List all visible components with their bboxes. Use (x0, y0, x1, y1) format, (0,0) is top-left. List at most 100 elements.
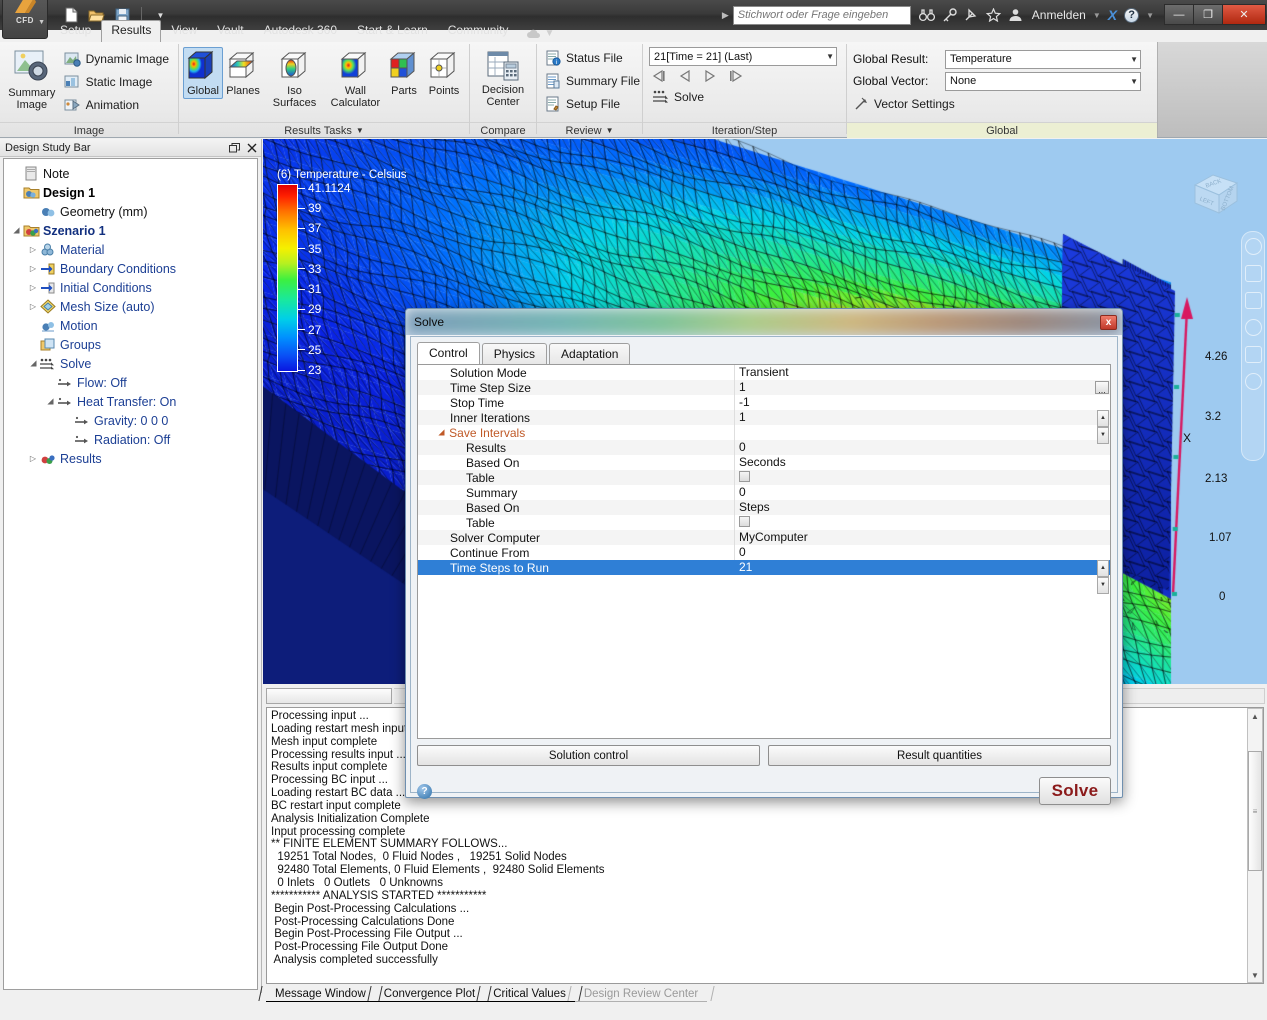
group-expander-icon[interactable]: ◢ (437, 429, 446, 435)
message-vertical-scrollbar[interactable]: ▲ ≡ ▼ (1247, 708, 1263, 983)
settings-row[interactable]: Solution Mode Transient (418, 365, 1110, 380)
expander-expand-icon[interactable]: ▷ (27, 264, 39, 273)
search-input[interactable] (733, 6, 911, 25)
sign-in-button[interactable]: Anmelden (1032, 8, 1086, 22)
settings-row-value[interactable]: Transient (734, 365, 1110, 380)
help-chevron-icon[interactable]: ▼ (1146, 11, 1154, 20)
step-selector-chevron-down-icon[interactable]: ▼ (826, 52, 834, 61)
settings-row[interactable]: ◢ Save Intervals (418, 425, 1110, 440)
scroll-up-button[interactable]: ▲ (1248, 709, 1262, 723)
favorites-star-icon[interactable] (986, 8, 1001, 22)
settings-row[interactable]: Table (418, 515, 1110, 530)
settings-ellipsis-button[interactable]: ... (1095, 381, 1109, 394)
result-quantities-button[interactable]: Result quantities (768, 745, 1111, 766)
tab-autodesk-360[interactable]: Autodesk 360 (254, 20, 347, 42)
close-icon[interactable] (247, 143, 257, 153)
message-tab-convergence-plot[interactable]: Convergence Plot (375, 987, 484, 1002)
message-tab-critical-values[interactable]: Critical Values (484, 987, 575, 1002)
tree-node-solve[interactable]: ◢ Solve (4, 354, 257, 373)
look-camera-icon[interactable] (1245, 346, 1262, 363)
tab-control[interactable]: Control (417, 342, 480, 364)
cloud-chevron-down-icon[interactable]: ▼ (544, 28, 554, 39)
parts-button[interactable]: Parts (385, 47, 423, 99)
solve-ribbon-button[interactable]: Solve (649, 85, 709, 108)
tree-node-results[interactable]: ▷ Results (4, 449, 257, 468)
tab-view[interactable]: View (161, 20, 207, 42)
dialog-close-button[interactable]: x (1100, 315, 1117, 330)
settings-row-value[interactable] (734, 470, 1110, 485)
settings-row[interactable]: Time Steps to Run 21 ▲ ▼ (418, 560, 1110, 575)
previous-step-button[interactable] (678, 69, 692, 83)
spinner-down-button[interactable]: ▼ (1097, 577, 1109, 594)
help-button[interactable]: ? (1124, 8, 1139, 23)
settings-row[interactable]: Table (418, 470, 1110, 485)
next-step-button[interactable] (703, 69, 717, 83)
iso-surfaces-button[interactable]: Iso Surfaces (263, 47, 326, 111)
tree-node-heat-transfer-on[interactable]: ◢ Heat Transfer: On (4, 392, 257, 411)
expander-expand-icon[interactable]: ▷ (27, 245, 39, 254)
tree-node-boundary-conditions[interactable]: ▷ Boundary Conditions (4, 259, 257, 278)
view-cube[interactable]: BACK LEFT BOTTOM (1187, 163, 1245, 221)
expander-collapse-icon[interactable]: ◢ (29, 358, 38, 370)
expander-expand-icon[interactable]: ▷ (27, 454, 39, 463)
ribbon-overflow-chevron-icon[interactable]: ▶ (722, 10, 729, 21)
first-step-button[interactable] (651, 69, 667, 83)
expander-collapse-icon[interactable]: ◢ (46, 396, 55, 408)
scroll-down-button[interactable]: ▼ (1248, 968, 1262, 982)
settings-row-value[interactable]: MyComputer (734, 530, 1110, 545)
summary-image-button[interactable]: Summary Image (4, 45, 60, 113)
tree-node-note[interactable]: Note (4, 164, 257, 183)
static-image-button[interactable]: Static Image (62, 70, 174, 93)
solve-dialog-title-bar[interactable]: Solve x (406, 309, 1122, 335)
status-file-button[interactable]: i Status File (543, 46, 628, 69)
undock-icon[interactable] (229, 143, 240, 153)
settings-row[interactable]: Continue From 0 (418, 545, 1110, 560)
last-step-button[interactable] (728, 69, 744, 83)
global-result-chevron-down-icon[interactable]: ▼ (1130, 55, 1138, 64)
global-vector-combo[interactable]: None ▼ (945, 72, 1141, 91)
ribbon-group-review-label[interactable]: Review ▼ (537, 122, 642, 138)
tree-node-material[interactable]: ▷ Material (4, 240, 257, 259)
review-chevron-down-icon[interactable]: ▼ (606, 126, 614, 135)
sign-in-chevron-icon[interactable]: ▼ (1093, 11, 1101, 20)
settings-row-value[interactable]: 1 ▲ ▼ (734, 410, 1110, 425)
expander-collapse-icon[interactable]: ◢ (12, 225, 21, 237)
solve-submit-button[interactable]: Solve (1039, 777, 1111, 805)
vector-settings-button[interactable]: Vector Settings (851, 92, 960, 115)
settings-row[interactable]: Inner Iterations 1 ▲ ▼ (418, 410, 1110, 425)
tab-community[interactable]: Community (438, 20, 519, 42)
summary-file-button[interactable]: Summary File (543, 69, 645, 92)
close-button[interactable]: ✕ (1222, 4, 1266, 25)
application-menu-button[interactable]: CFD ▼ (2, 0, 48, 39)
zoom-icon[interactable] (1245, 292, 1262, 309)
search-binoculars-icon[interactable] (919, 8, 935, 22)
tree-node-geometry-mm[interactable]: Geometry (mm) (4, 202, 257, 221)
tab-setup[interactable]: Setup (50, 20, 101, 42)
tree-node-szenario-1[interactable]: ◢ Szenario 1 (4, 221, 257, 240)
tab-start-and-learn[interactable]: Start & Learn (347, 20, 438, 42)
tab-physics[interactable]: Physics (482, 343, 547, 364)
user-account-icon[interactable] (1008, 8, 1023, 22)
tree-node-groups[interactable]: Groups (4, 335, 257, 354)
solution-control-button[interactable]: Solution control (417, 745, 760, 766)
settings-row[interactable]: Time Step Size 1... (418, 380, 1110, 395)
results-tasks-chevron-down-icon[interactable]: ▼ (356, 126, 364, 135)
message-tab-design-review-center[interactable]: Design Review Center (575, 987, 707, 1002)
spinner-up-button[interactable]: ▲ (1097, 560, 1109, 577)
decision-center-button[interactable]: Decision Center (474, 48, 532, 110)
tree-node-flow-off[interactable]: Flow: Off (4, 373, 257, 392)
settings-row[interactable]: Based On Seconds (418, 455, 1110, 470)
animation-button[interactable]: Animation (62, 93, 174, 116)
settings-row-value[interactable] (734, 515, 1110, 530)
global-result-combo[interactable]: Temperature ▼ (945, 50, 1141, 69)
application-menu-chevron-icon[interactable]: ▼ (38, 19, 45, 26)
settings-row-value[interactable]: Steps (734, 500, 1110, 515)
settings-spinner[interactable]: ▲ ▼ (1097, 410, 1109, 425)
satellite-dish-icon[interactable] (964, 8, 979, 22)
view-cube-icon[interactable]: BACK LEFT BOTTOM (1187, 163, 1245, 221)
cancel-icon[interactable] (1245, 373, 1262, 390)
settings-row-value[interactable]: -1 (734, 395, 1110, 410)
solve-settings-grid[interactable]: Solution Mode Transient Time Step Size 1...… (417, 364, 1111, 739)
tree-node-radiation-off[interactable]: Radiation: Off (4, 430, 257, 449)
tree-node-motion[interactable]: Motion (4, 316, 257, 335)
